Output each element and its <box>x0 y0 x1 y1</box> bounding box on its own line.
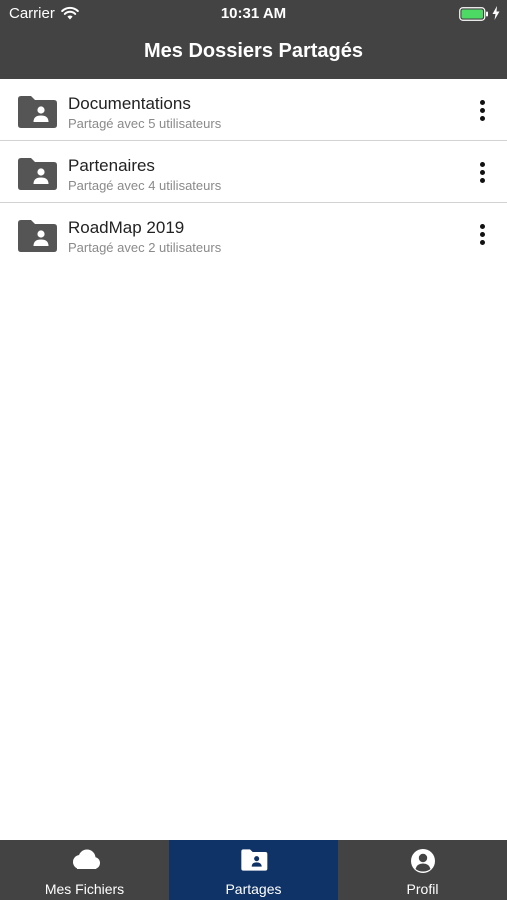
shared-folder-icon <box>16 157 58 196</box>
page-title: Mes Dossiers Partagés <box>143 40 363 62</box>
folder-row[interactable]: Partenaires Partagé avec 4 utilisateurs <box>0 141 507 203</box>
shared-folder-icon <box>16 219 58 258</box>
app-header: Carrier 10:31 AM Mes Dossiers Partagés <box>0 0 507 79</box>
more-options-icon[interactable] <box>470 160 494 184</box>
status-time: 10:31 AM <box>220 5 287 22</box>
tab-profil[interactable]: Profil <box>338 840 507 900</box>
shared-folder-icon <box>16 95 58 134</box>
status-bar: Carrier 10:31 AM <box>0 0 507 28</box>
folder-row[interactable]: RoadMap 2019 Partagé avec 2 utilisateurs <box>0 203 507 265</box>
tab-mes-fichiers[interactable]: Mes Fichiers <box>0 840 169 900</box>
tab-partages[interactable]: Partages <box>169 840 338 900</box>
charging-bolt-icon <box>492 6 500 25</box>
folder-share-count: Partagé avec 2 utilisateurs <box>68 240 222 255</box>
tab-label: Mes Fichiers <box>44 881 125 897</box>
more-options-icon[interactable] <box>470 98 494 122</box>
folder-row[interactable]: Documentations Partagé avec 5 utilisateu… <box>0 79 507 141</box>
tab-bar: Mes Fichiers Partages Profil <box>0 840 507 900</box>
cloud-icon <box>0 848 169 872</box>
tab-label: Partages <box>225 881 282 897</box>
shared-folder-icon <box>169 848 338 872</box>
folder-name: Documentations <box>68 94 191 113</box>
folder-share-count: Partagé avec 5 utilisateurs <box>68 116 222 131</box>
user-circle-icon <box>338 848 507 874</box>
folder-share-count: Partagé avec 4 utilisateurs <box>68 178 222 193</box>
folder-name: Partenaires <box>68 156 155 175</box>
tab-label: Profil <box>406 881 439 897</box>
battery-icon <box>459 7 489 26</box>
more-options-icon[interactable] <box>470 222 494 246</box>
shared-folder-list: Documentations Partagé avec 5 utilisateu… <box>0 79 507 265</box>
folder-name: RoadMap 2019 <box>68 218 185 237</box>
